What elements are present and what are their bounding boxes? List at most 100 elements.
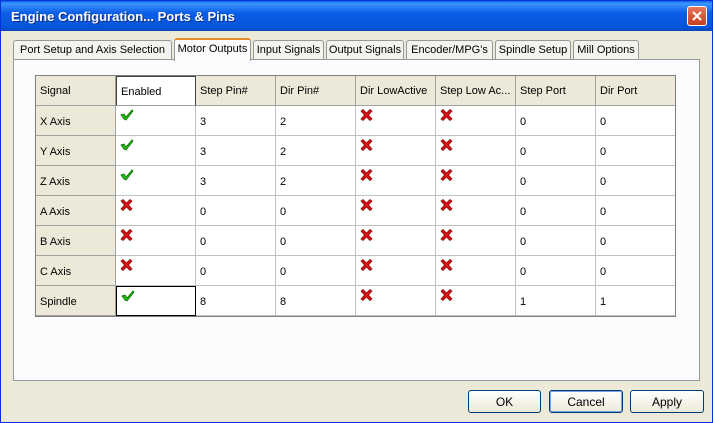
tab-label: Input Signals xyxy=(256,44,321,56)
cell-enabled[interactable] xyxy=(116,136,196,166)
cell-dir-pin[interactable]: 2 xyxy=(276,106,356,136)
cell-dir-port[interactable]: 0 xyxy=(596,136,675,166)
cell-enabled[interactable] xyxy=(116,286,196,316)
close-button[interactable] xyxy=(687,6,707,26)
cell-step-pin[interactable]: 0 xyxy=(196,196,276,226)
cell-dir-low-active[interactable] xyxy=(356,136,436,166)
cell-step-port[interactable]: 0 xyxy=(516,166,596,196)
cell-step-low-active[interactable] xyxy=(436,226,516,256)
column-header-step-low-active[interactable]: Step Low Ac... xyxy=(436,76,516,106)
cell-dir-port[interactable]: 0 xyxy=(596,256,675,286)
cell-step-pin[interactable]: 3 xyxy=(196,106,276,136)
cell-step-port[interactable]: 0 xyxy=(516,106,596,136)
tab-output-signals[interactable]: Output Signals xyxy=(326,40,404,59)
tab-label: Mill Options xyxy=(577,44,635,56)
ok-button[interactable]: OK xyxy=(468,390,541,413)
tab-input-signals[interactable]: Input Signals xyxy=(253,40,324,59)
cell-step-port[interactable]: 0 xyxy=(516,136,596,166)
row-header-signal[interactable]: C Axis xyxy=(36,256,116,286)
cell-enabled[interactable] xyxy=(116,256,196,286)
tab-mill-options[interactable]: Mill Options xyxy=(573,40,639,59)
title-bar[interactable]: Engine Configuration... Ports & Pins xyxy=(1,1,712,31)
row-header-signal[interactable]: A Axis xyxy=(36,196,116,226)
row-header-signal[interactable]: X Axis xyxy=(36,106,116,136)
column-header-enabled[interactable]: Enabled xyxy=(116,76,196,106)
cross-icon xyxy=(120,199,133,214)
column-header-step-port[interactable]: Step Port xyxy=(516,76,596,106)
cell-step-pin[interactable]: 8 xyxy=(196,286,276,316)
cell-dir-low-active[interactable] xyxy=(356,106,436,136)
cell-dir-pin[interactable]: 2 xyxy=(276,136,356,166)
cell-dir-low-active[interactable] xyxy=(356,256,436,286)
tab-label: Encoder/MPG's xyxy=(411,44,488,56)
column-header-dir-port[interactable]: Dir Port xyxy=(596,76,675,106)
check-icon xyxy=(121,290,135,305)
row-header-signal[interactable]: Z Axis xyxy=(36,166,116,196)
cell-enabled[interactable] xyxy=(116,166,196,196)
column-header-dir-pin[interactable]: Dir Pin# xyxy=(276,76,356,106)
cell-enabled[interactable] xyxy=(116,196,196,226)
tab-label: Port Setup and Axis Selection xyxy=(20,44,165,56)
cell-dir-port[interactable]: 0 xyxy=(596,166,675,196)
cell-step-port[interactable]: 0 xyxy=(516,226,596,256)
cell-step-low-active[interactable] xyxy=(436,136,516,166)
cross-icon xyxy=(440,289,453,304)
cross-icon xyxy=(120,229,133,244)
cell-step-low-active[interactable] xyxy=(436,196,516,226)
tab-spindle-setup[interactable]: Spindle Setup xyxy=(495,40,571,59)
motor-outputs-grid: Signal Enabled Step Pin# Dir Pin# Dir Lo… xyxy=(35,75,676,317)
tab-label: Spindle Setup xyxy=(498,44,568,56)
cross-icon xyxy=(440,109,453,124)
cell-dir-low-active[interactable] xyxy=(356,196,436,226)
cross-icon xyxy=(360,229,373,244)
check-icon xyxy=(120,109,134,124)
column-header-step-pin[interactable]: Step Pin# xyxy=(196,76,276,106)
row-header-signal[interactable]: Y Axis xyxy=(36,136,116,166)
tab-label: Motor Outputs xyxy=(177,43,248,55)
cell-dir-pin[interactable]: 8 xyxy=(276,286,356,316)
tab-label: Output Signals xyxy=(328,44,402,56)
cell-dir-port[interactable]: 0 xyxy=(596,106,675,136)
cell-enabled[interactable] xyxy=(116,226,196,256)
cell-dir-port[interactable]: 0 xyxy=(596,226,675,256)
cell-step-port[interactable]: 0 xyxy=(516,256,596,286)
tab-encoder-mpgs[interactable]: Encoder/MPG's xyxy=(406,40,493,59)
row-header-signal[interactable]: B Axis xyxy=(36,226,116,256)
tab-motor-outputs[interactable]: Motor Outputs xyxy=(174,38,251,61)
cell-step-low-active[interactable] xyxy=(436,106,516,136)
cross-icon xyxy=(360,199,373,214)
cell-dir-low-active[interactable] xyxy=(356,226,436,256)
cell-step-pin[interactable]: 3 xyxy=(196,166,276,196)
cell-step-low-active[interactable] xyxy=(436,286,516,316)
cross-icon xyxy=(440,199,453,214)
tab-port-setup[interactable]: Port Setup and Axis Selection xyxy=(13,40,172,59)
cell-dir-pin[interactable]: 0 xyxy=(276,256,356,286)
cross-icon xyxy=(360,139,373,154)
apply-button[interactable]: Apply xyxy=(630,390,704,413)
cross-icon xyxy=(360,109,373,124)
cell-dir-low-active[interactable] xyxy=(356,166,436,196)
row-header-signal[interactable]: Spindle xyxy=(36,286,116,316)
window-title: Engine Configuration... Ports & Pins xyxy=(11,9,235,24)
cell-step-low-active[interactable] xyxy=(436,256,516,286)
column-header-dir-low-active[interactable]: Dir LowActive xyxy=(356,76,436,106)
cell-dir-port[interactable]: 1 xyxy=(596,286,675,316)
cell-step-port[interactable]: 0 xyxy=(516,196,596,226)
cell-dir-pin[interactable]: 2 xyxy=(276,166,356,196)
cross-icon xyxy=(360,289,373,304)
cell-step-port[interactable]: 1 xyxy=(516,286,596,316)
dialog-window: Engine Configuration... Ports & Pins Por… xyxy=(0,0,713,423)
cell-step-pin[interactable]: 3 xyxy=(196,136,276,166)
cell-dir-low-active[interactable] xyxy=(356,286,436,316)
cell-dir-pin[interactable]: 0 xyxy=(276,196,356,226)
cell-step-pin[interactable]: 0 xyxy=(196,256,276,286)
cell-dir-pin[interactable]: 0 xyxy=(276,226,356,256)
cell-step-low-active[interactable] xyxy=(436,166,516,196)
cross-icon xyxy=(440,229,453,244)
cell-enabled[interactable] xyxy=(116,106,196,136)
cell-dir-port[interactable]: 0 xyxy=(596,196,675,226)
cross-icon xyxy=(120,259,133,274)
cancel-button[interactable]: Cancel xyxy=(549,390,623,413)
cell-step-pin[interactable]: 0 xyxy=(196,226,276,256)
cross-icon xyxy=(360,169,373,184)
